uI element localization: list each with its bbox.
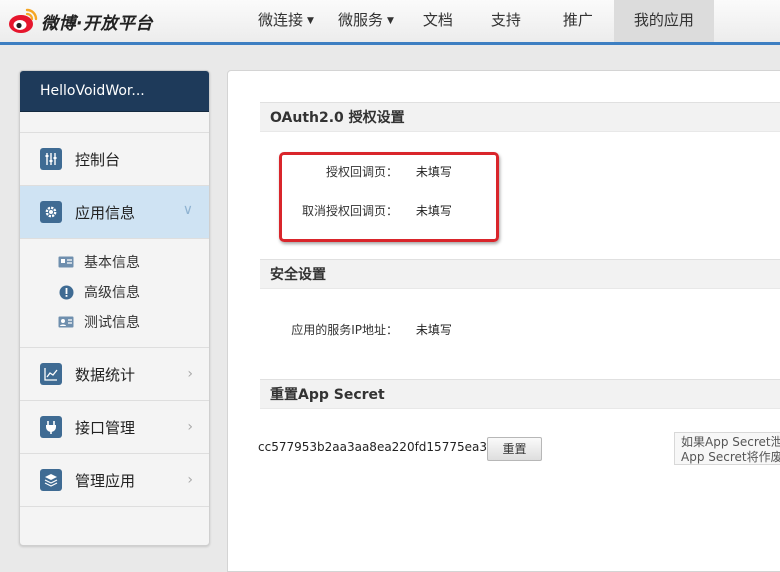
security-section-title: 安全设置 [260,259,780,289]
plug-icon [40,416,62,438]
exclamation-icon [58,284,74,300]
security-ip-value[interactable]: 未填写 [416,323,452,337]
submenu-item-basic-info[interactable]: 基本信息 [20,247,209,277]
nav-item-my-apps[interactable]: 我的应用 [613,0,714,42]
sidebar-item-label: 控制台 [75,150,121,169]
app-secret-value: cc577953b2aa3aa8ea220fd15775ea35 [258,440,495,454]
nav-item-promote[interactable]: 推广 [542,0,614,42]
user-card-icon [58,314,74,330]
nav-item-support[interactable]: 支持 [470,0,542,42]
weibo-logo-icon [9,8,38,33]
sliders-icon [40,148,62,170]
main-panel: OAuth2.0 授权设置 授权回调页： 未填写 取消授权回调页： 未填写 安全… [227,70,780,572]
sidebar-item-label: 应用信息 [75,203,136,222]
weibo-logo[interactable]: 微博·开放平台 [8,7,153,35]
line-chart-icon [40,363,62,385]
reset-secret-button[interactable]: 重置 [487,437,542,461]
app-name-header[interactable]: HelloVoidWor... [20,71,209,112]
chevron-right-icon: › [187,366,193,382]
app-info-submenu: 基本信息 高级信息 测试信息 [20,238,209,347]
top-nav: 微连接 ▼ 微服务 ▼ 文档 支持 推广 我的应用 [246,0,714,42]
sidebar-item-label: 管理应用 [75,471,136,490]
gear-icon [40,201,62,223]
secret-tip: 如果App Secret泄 App Secret将作废 [674,432,780,465]
chevron-down-icon: ▼ [307,16,314,26]
sidebar-item-label: 接口管理 [75,418,136,437]
secret-section-title: 重置App Secret [260,379,780,409]
chevron-right-icon: › [187,472,193,488]
logo-text: 微博·开放平台 [41,13,153,34]
top-bar: 微博·开放平台 微连接 ▼ 微服务 ▼ 文档 支持 推广 我的应用 [0,0,780,45]
sidebar: HelloVoidWor... 控制台 应用信息 ∨ 基本信息 高级信息 测试信… [19,70,210,546]
sidebar-divider [20,506,209,507]
highlight-box [279,152,499,242]
chevron-down-icon: ∨ [182,202,193,218]
secret-tip-line: 如果App Secret泄 [681,435,780,449]
submenu-item-test-info[interactable]: 测试信息 [20,307,209,337]
security-ip-row: 应用的服务IP地址： 未填写 [288,321,452,338]
sidebar-item-label: 数据统计 [75,365,136,384]
nav-item-micro-service[interactable]: 微服务 ▼ [326,0,406,42]
chevron-right-icon: › [187,419,193,435]
sidebar-item-app-info[interactable]: 应用信息 ∨ [20,185,209,238]
oauth-section-title: OAuth2.0 授权设置 [260,102,780,132]
sidebar-item-manage[interactable]: 管理应用 › [20,453,209,506]
sidebar-item-console[interactable]: 控制台 [20,132,209,185]
layers-icon [40,469,62,491]
sidebar-item-stats[interactable]: 数据统计 › [20,347,209,400]
id-card-icon [58,254,74,270]
chevron-down-icon: ▼ [386,16,394,26]
nav-item-micro-connect[interactable]: 微连接 ▼ [246,0,326,42]
security-ip-label: 应用的服务IP地址： [291,323,398,337]
sidebar-item-api[interactable]: 接口管理 › [20,400,209,453]
submenu-item-advanced-info[interactable]: 高级信息 [20,277,209,307]
nav-item-docs[interactable]: 文档 [406,0,470,42]
secret-tip-line: App Secret将作废 [681,450,780,464]
